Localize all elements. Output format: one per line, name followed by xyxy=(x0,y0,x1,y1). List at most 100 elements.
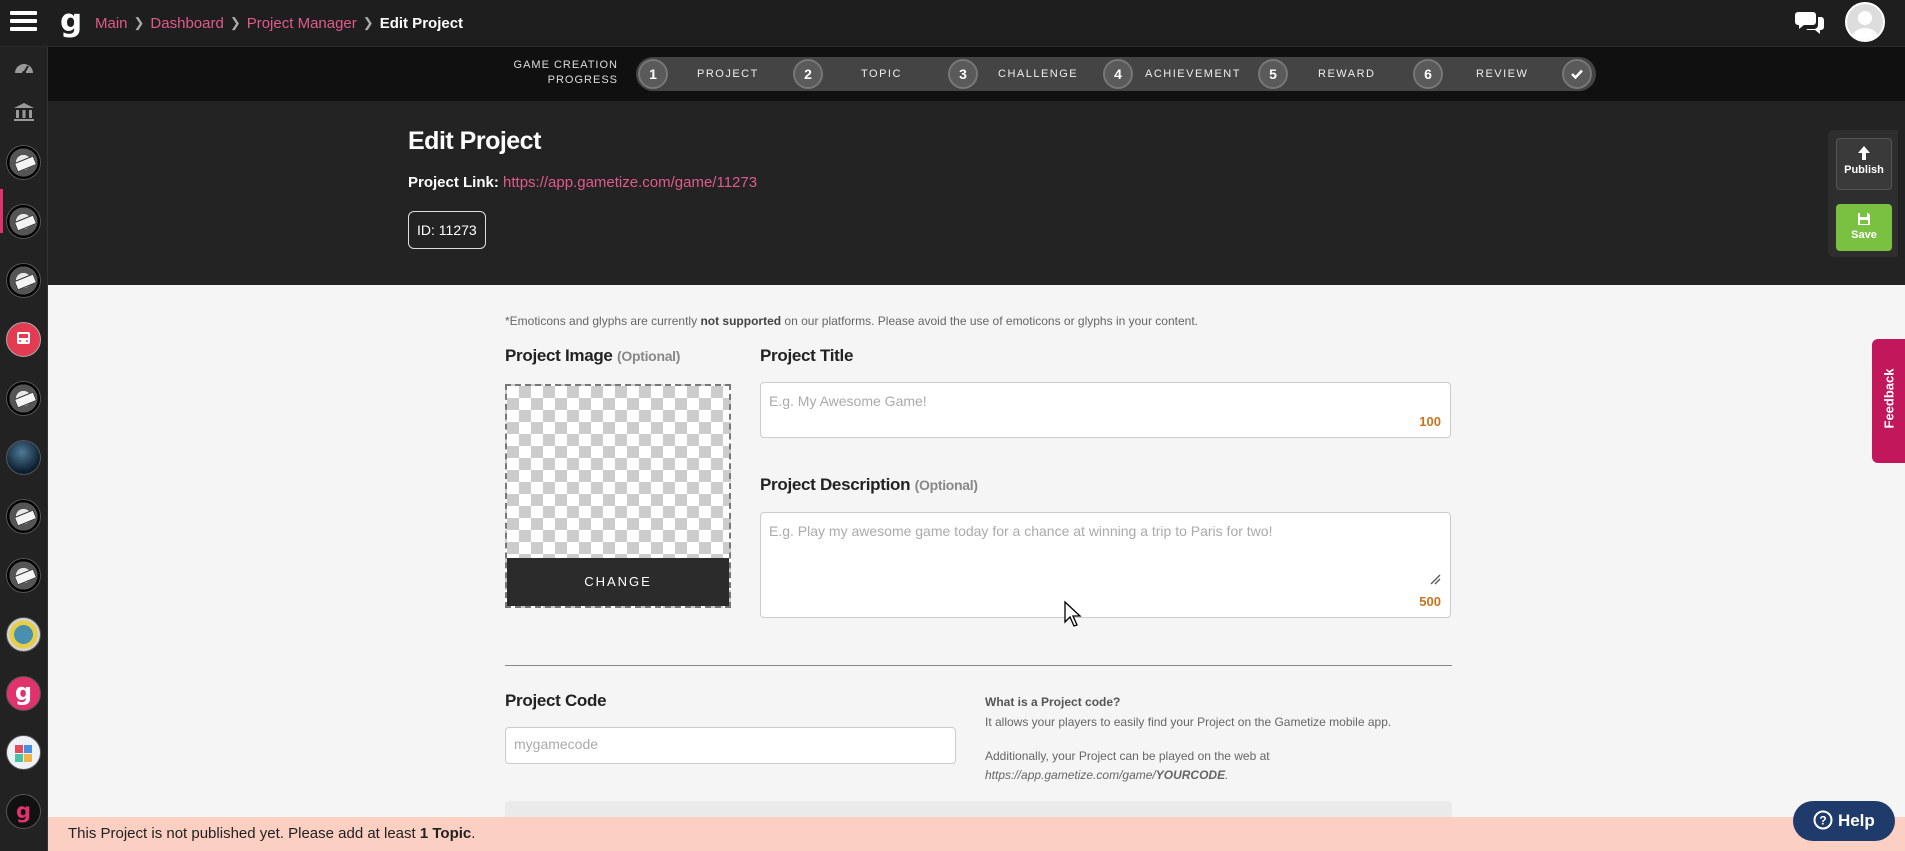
project-description-label-text: Project Description xyxy=(760,475,911,494)
save-icon xyxy=(1858,213,1870,225)
chevron-right-icon: ❯ xyxy=(362,15,374,30)
resize-handle-icon[interactable] xyxy=(1429,573,1441,585)
menu-icon[interactable] xyxy=(10,8,37,38)
save-button[interactable]: Save xyxy=(1836,204,1892,251)
step-3-label[interactable]: CHALLENGE xyxy=(998,65,1078,83)
help-label: Help xyxy=(1837,811,1875,830)
unpublished-notification: This Project is not published yet. Pleas… xyxy=(48,817,1905,851)
project-link-label: Project Link: xyxy=(408,174,499,191)
user-avatar[interactable] xyxy=(1845,2,1885,42)
sidebar-game-7[interactable] xyxy=(6,499,41,534)
feedback-label: Feedback xyxy=(1881,368,1897,429)
sidebar-game-1[interactable] xyxy=(6,145,41,180)
step-4-circle[interactable]: 4 xyxy=(1103,59,1133,89)
project-code-label: Project Code xyxy=(505,691,607,710)
breadcrumb-main[interactable]: Main xyxy=(95,15,128,32)
project-description-input[interactable] xyxy=(761,513,1450,581)
dashboard-icon[interactable] xyxy=(12,56,36,80)
project-title-field: 100 xyxy=(760,382,1451,438)
sidebar-game-6[interactable] xyxy=(6,440,41,475)
breadcrumb-dashboard[interactable]: Dashboard xyxy=(150,15,223,32)
step-6-label[interactable]: REVIEW xyxy=(1476,65,1528,83)
project-description-field: 500 xyxy=(760,512,1451,618)
step-1-label[interactable]: PROJECT xyxy=(697,65,759,83)
publish-button[interactable]: Publish xyxy=(1836,138,1892,190)
svg-text:?: ? xyxy=(1820,814,1827,828)
arrow-up-icon xyxy=(1858,146,1870,160)
step-3-circle[interactable]: 3 xyxy=(948,59,978,89)
sidebar-game-3[interactable] xyxy=(6,263,41,298)
progress-track: 1 PROJECT 2 TOPIC 3 CHALLENGE 4 ACHIEVEM… xyxy=(636,57,1596,91)
step-5-circle[interactable]: 5 xyxy=(1258,59,1288,89)
game-creation-progress: GAME CREATION PROGRESS 1 PROJECT 2 TOPIC… xyxy=(48,47,1905,101)
help-button[interactable]: ? Help xyxy=(1793,801,1895,841)
breadcrumb: Main ❯ Dashboard ❯ Project Manager ❯ Edi… xyxy=(95,12,463,34)
chevron-right-icon: ❯ xyxy=(133,15,145,30)
chat-icon[interactable] xyxy=(1795,8,1825,36)
project-title-label: Project Title xyxy=(760,346,854,365)
project-code-input[interactable] xyxy=(506,728,955,760)
help-question-icon: ? xyxy=(1813,810,1833,830)
project-image-label: Project Image (Optional) xyxy=(505,346,680,366)
project-image-upload[interactable]: CHANGE xyxy=(505,384,731,608)
help-url-prefix: https://app.gametize.com/game/ xyxy=(985,768,1156,782)
progress-label-line-1: GAME CREATION xyxy=(513,59,618,71)
project-image-label-text: Project Image xyxy=(505,346,613,365)
notice-text-post: on our platforms. Please avoid the use o… xyxy=(781,314,1198,328)
emoticon-notice: *Emoticons and glyphs are currently not … xyxy=(505,314,1198,328)
sidebar-game-5[interactable] xyxy=(6,381,41,416)
chevron-right-icon: ❯ xyxy=(229,15,241,30)
bank-icon[interactable] xyxy=(12,100,36,124)
sidebar-game-2[interactable] xyxy=(6,204,41,239)
active-indicator xyxy=(0,189,3,233)
description-char-counter: 500 xyxy=(1419,594,1441,609)
page-header: Edit Project Project Link: https://app.g… xyxy=(48,101,1905,285)
step-2-circle[interactable]: 2 xyxy=(793,59,823,89)
project-code-help-line-2: Additionally, your Project can be played… xyxy=(985,749,1270,763)
project-description-label: Project Description (Optional) xyxy=(760,475,978,495)
gametize-logo[interactable]: g xyxy=(60,3,84,39)
project-code-help-title: What is a Project code? xyxy=(985,695,1121,709)
page-title: Edit Project xyxy=(408,127,541,155)
notification-text-pre: This Project is not published yet. Pleas… xyxy=(68,825,420,842)
breadcrumb-project-manager[interactable]: Project Manager xyxy=(247,15,357,32)
left-sidebar: g g xyxy=(0,47,48,851)
project-link-url[interactable]: https://app.gametize.com/game/11273 xyxy=(503,174,757,191)
section-divider xyxy=(505,665,1452,666)
feedback-tab[interactable]: Feedback xyxy=(1872,339,1905,463)
sidebar-game-8[interactable] xyxy=(6,558,41,593)
breadcrumb-current: Edit Project xyxy=(379,14,464,32)
project-code-help-line-1: It allows your players to easily find yo… xyxy=(985,715,1392,729)
help-url-suffix: . xyxy=(1225,768,1229,782)
save-label: Save xyxy=(1851,229,1877,241)
sidebar-game-4[interactable] xyxy=(6,322,41,357)
step-6-circle[interactable]: 6 xyxy=(1413,59,1443,89)
check-icon[interactable] xyxy=(1562,59,1592,89)
top-bar: g Main ❯ Dashboard ❯ Project Manager ❯ E… xyxy=(0,0,1905,47)
optional-tag: (Optional) xyxy=(617,348,681,364)
sidebar-game-12[interactable]: g xyxy=(6,794,41,829)
publish-label: Publish xyxy=(1844,164,1884,176)
step-4-label[interactable]: ACHIEVEMENT xyxy=(1145,65,1241,83)
step-5-label[interactable]: REWARD xyxy=(1318,65,1375,83)
sidebar-game-11[interactable] xyxy=(6,735,41,770)
title-char-counter: 100 xyxy=(1419,414,1441,429)
notification-text-post: . xyxy=(471,825,476,842)
progress-label: GAME CREATION PROGRESS xyxy=(458,58,618,88)
notice-text-pre: *Emoticons and glyphs are currently xyxy=(505,314,701,328)
project-link-row: Project Link: https://app.gametize.com/g… xyxy=(408,174,757,191)
mouse-cursor-icon xyxy=(1064,600,1082,627)
step-2-label[interactable]: TOPIC xyxy=(861,65,902,83)
project-id-badge: ID: 11273 xyxy=(408,211,486,249)
help-url-code: YOURCODE xyxy=(1155,768,1226,782)
sidebar-game-10[interactable]: g xyxy=(6,676,41,711)
side-actions-panel: Publish Save xyxy=(1828,130,1898,257)
progress-label-line-2: PROGRESS xyxy=(547,74,618,86)
change-image-button[interactable]: CHANGE xyxy=(507,558,729,606)
step-1-circle[interactable]: 1 xyxy=(638,59,668,89)
project-code-help-url: https://app.gametize.com/game/YOURCODE. xyxy=(985,768,1228,782)
sidebar-game-9[interactable] xyxy=(6,617,41,652)
project-title-input[interactable] xyxy=(761,383,1450,419)
optional-tag: (Optional) xyxy=(914,477,978,493)
notification-text-bold: 1 Topic xyxy=(419,825,472,842)
